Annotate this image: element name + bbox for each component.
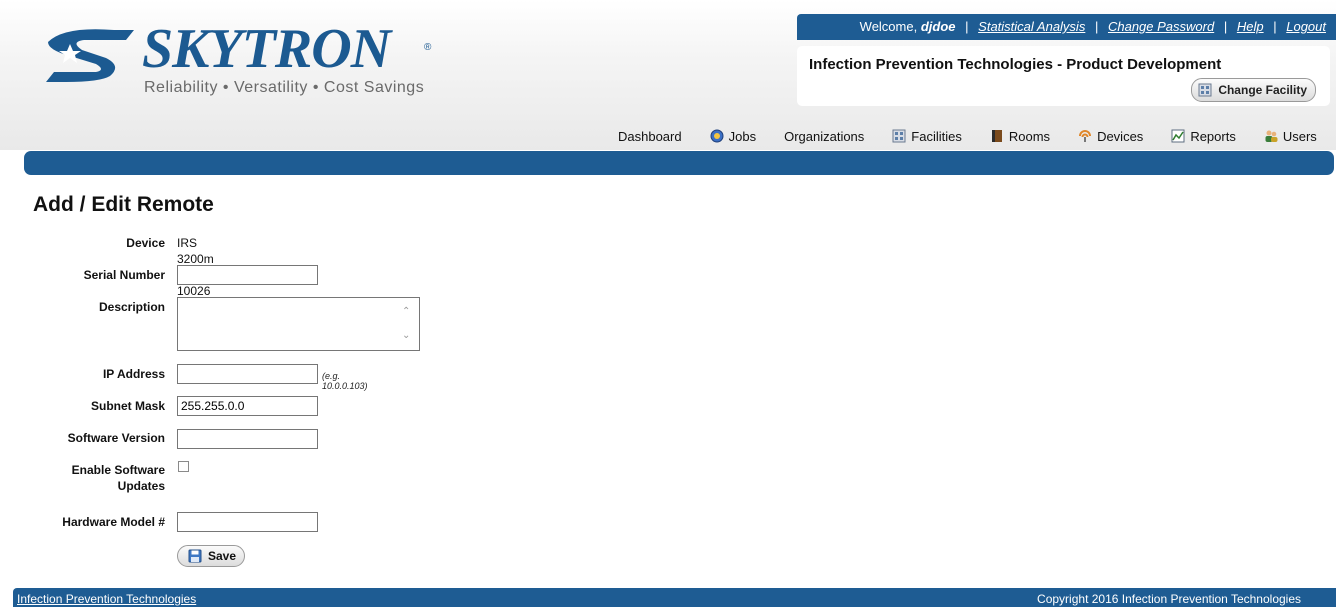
save-label: Save <box>208 549 237 563</box>
devices-icon <box>1079 130 1092 142</box>
page-title: Add / Edit Remote <box>33 193 214 216</box>
username: djdoe <box>920 19 956 34</box>
jobs-icon <box>710 129 724 143</box>
nav-item-dashboard[interactable]: Dashboard <box>618 129 682 144</box>
hardware-model-input[interactable] <box>177 512 318 532</box>
page-header: SKYTRON ® Reliability • Versatility • Co… <box>0 0 1336 150</box>
brand-tagline: Reliability • Versatility • Cost Savings <box>144 79 425 96</box>
registered-mark: ® <box>424 42 432 53</box>
change-facility-button[interactable]: Change Facility <box>1191 78 1316 102</box>
nav-item-label: Users <box>1282 128 1317 144</box>
nav-item-organizations[interactable]: Organizations <box>784 129 864 144</box>
skytron-logo: SKYTRON ® Reliability • Versatility • Co… <box>44 18 444 108</box>
nav-item-label: Rooms <box>1008 128 1051 144</box>
facilities-icon <box>892 129 906 143</box>
user-bar: Welcome, djdoe | Statistical Analysis | … <box>797 14 1336 40</box>
users-icon <box>1265 130 1278 142</box>
ip-address-label: IP Address <box>102 367 165 381</box>
change-facility-label: Change Facility <box>1218 83 1307 97</box>
main-nav: Dashboard Jobs Organizations Facilities … <box>618 128 1317 144</box>
serial-number-label: Serial Number <box>83 268 165 282</box>
separator: | <box>1094 19 1099 34</box>
nav-item-label: Jobs <box>728 128 757 144</box>
page-footer: Infection Prevention Technologies Copyri… <box>13 588 1336 607</box>
reports-icon <box>1171 129 1185 143</box>
help-link[interactable]: Help <box>1237 19 1264 34</box>
subnet-mask-input[interactable] <box>177 396 318 416</box>
software-version-input[interactable] <box>177 429 318 449</box>
nav-item-label: Reports <box>1190 128 1236 144</box>
serial-number-input[interactable] <box>177 265 318 285</box>
statistical-analysis-link[interactable]: Statistical Analysis <box>978 19 1085 34</box>
nav-item-jobs[interactable]: Jobs <box>710 129 756 144</box>
scroll-down-icon[interactable]: ⌄ <box>402 330 414 344</box>
nav-item-label: Organizations <box>784 128 865 144</box>
separator: | <box>965 19 969 34</box>
nav-item-users[interactable]: Users <box>1264 129 1317 144</box>
brand-name: SKYTRON <box>142 18 391 80</box>
enable-updates-label-line2: Updates <box>117 479 165 493</box>
nav-divider-bar <box>24 151 1334 175</box>
enable-updates-checkbox[interactable] <box>178 461 189 472</box>
welcome-text: Welcome, <box>859 19 918 34</box>
subnet-mask-label: Subnet Mask <box>90 399 165 413</box>
nav-item-label: Facilities <box>911 128 962 144</box>
ip-address-hint: (e.g. 10.0.0.103) <box>322 371 368 391</box>
building-icon <box>1198 83 1212 97</box>
separator: | <box>1223 19 1228 34</box>
facility-panel: Infection Prevention Technologies - Prod… <box>797 46 1330 106</box>
description-textarea[interactable] <box>177 297 420 351</box>
nav-item-facilities[interactable]: Facilities <box>892 129 962 144</box>
description-label: Description <box>98 300 165 314</box>
software-version-label: Software Version <box>67 431 165 445</box>
nav-item-devices[interactable]: Devices <box>1078 129 1143 144</box>
floppy-disk-icon <box>188 549 202 563</box>
skytron-swoosh-icon <box>46 29 134 82</box>
save-button[interactable]: Save <box>177 545 245 567</box>
nav-item-label: Devices <box>1097 128 1144 144</box>
facility-name: Infection Prevention Technologies - Prod… <box>809 56 1222 73</box>
separator: | <box>1273 19 1277 34</box>
enable-updates-label-line1: Enable Software <box>71 463 165 477</box>
change-password-link[interactable]: Change Password <box>1108 19 1214 34</box>
hardware-model-label: Hardware Model # <box>62 515 165 529</box>
nav-item-reports[interactable]: Reports <box>1171 129 1236 144</box>
scroll-up-icon[interactable]: ⌃ <box>402 306 414 320</box>
nav-item-label: Dashboard <box>618 128 682 144</box>
ip-address-input[interactable] <box>177 364 318 384</box>
device-label: Device <box>126 236 165 250</box>
logout-link[interactable]: Logout <box>1286 19 1326 34</box>
nav-item-rooms[interactable]: Rooms <box>990 129 1050 144</box>
enable-updates-label: Enable Software Updates <box>0 462 165 494</box>
rooms-icon <box>991 130 1002 142</box>
